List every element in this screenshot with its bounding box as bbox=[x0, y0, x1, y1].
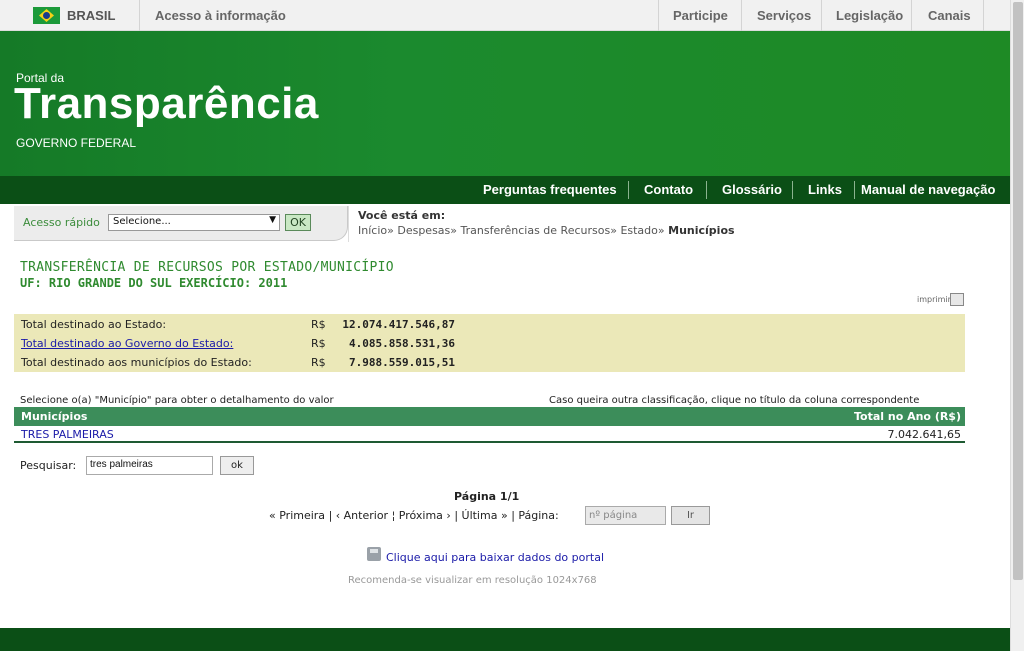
logo-title[interactable]: Transparência bbox=[14, 79, 319, 129]
totals-governo-link[interactable]: Total destinado ao Governo do Estado: bbox=[21, 337, 233, 350]
totals-box: Total destinado ao Estado: R$ 12.074.417… bbox=[14, 314, 965, 372]
pagination-divider: | bbox=[454, 509, 462, 522]
divider bbox=[139, 0, 140, 31]
page-title: TRANSFERÊNCIA DE RECURSOS POR ESTADO/MUN… bbox=[20, 260, 394, 275]
breadcrumb-current: Municípios bbox=[668, 224, 735, 237]
quick-access-select[interactable]: Selecione... ▼ bbox=[108, 214, 280, 231]
printer-icon bbox=[950, 293, 964, 306]
totals-value: 7.988.559.015,51 bbox=[349, 356, 455, 369]
divider bbox=[821, 0, 822, 31]
nav-divider bbox=[792, 181, 793, 199]
nav-glossario[interactable]: Glossário bbox=[722, 182, 782, 197]
page: BRASIL Acesso à informação Participe Ser… bbox=[0, 0, 1024, 651]
nav-legislacao[interactable]: Legislação bbox=[836, 8, 903, 23]
pagination-label: Página 1/1 bbox=[454, 490, 520, 503]
nav-divider bbox=[706, 181, 707, 199]
municipio-link[interactable]: TRES PALMEIRAS bbox=[21, 428, 114, 441]
brazil-flag-icon bbox=[33, 7, 60, 24]
acesso-informacao-link[interactable]: Acesso à informação bbox=[155, 8, 286, 23]
table-header: Municípios Total no Ano (R$) bbox=[14, 407, 965, 426]
search-input[interactable]: tres palmeiras bbox=[86, 456, 213, 475]
print-label: imprimir bbox=[917, 295, 951, 304]
print-button[interactable]: imprimir bbox=[917, 293, 964, 306]
divider bbox=[983, 0, 984, 31]
pagination-next[interactable]: Próxima › bbox=[399, 509, 451, 522]
breadcrumb: Início» Despesas» Transferências de Recu… bbox=[358, 224, 735, 237]
nav-canais[interactable]: Canais bbox=[928, 8, 971, 23]
vertical-scrollbar[interactable] bbox=[1010, 0, 1024, 651]
column-header-total[interactable]: Total no Ano (R$) bbox=[854, 410, 961, 423]
nav-manual[interactable]: Manual de navegação bbox=[861, 182, 995, 197]
totals-label: Total destinado ao Estado: bbox=[21, 318, 167, 331]
search-label: Pesquisar: bbox=[20, 459, 77, 472]
gov-top-bar: BRASIL Acesso à informação Participe Ser… bbox=[0, 0, 1010, 31]
pagination-divider: ¦ bbox=[391, 509, 399, 522]
site-footer bbox=[0, 628, 1010, 651]
quick-access: Acesso rápido Selecione... ▼ OK bbox=[14, 206, 348, 241]
totals-label: Total destinado aos municípios do Estado… bbox=[21, 356, 252, 369]
pagination-first[interactable]: « Primeira bbox=[269, 509, 325, 522]
table-hint-right: Caso queira outra classificação, clique … bbox=[549, 395, 920, 406]
chevron-down-icon: ▼ bbox=[269, 215, 276, 225]
totals-value: 4.085.858.531,36 bbox=[349, 337, 455, 350]
nav-servicos[interactable]: Serviços bbox=[757, 8, 811, 23]
download-data-link[interactable]: Clique aqui para baixar dados do portal bbox=[386, 551, 604, 564]
resolution-note: Recomenda-se visualizar em resolução 102… bbox=[348, 575, 597, 586]
brasil-link[interactable]: BRASIL bbox=[67, 8, 115, 23]
page-go-button[interactable]: Ir bbox=[671, 506, 710, 525]
search-ok-button[interactable]: ok bbox=[220, 456, 254, 475]
breadcrumb-estado[interactable]: Estado» bbox=[620, 224, 664, 237]
pagination-last[interactable]: Última » bbox=[462, 509, 508, 522]
nav-divider bbox=[628, 181, 629, 199]
breadcrumb-title: Você está em: bbox=[358, 209, 446, 222]
divider bbox=[658, 0, 659, 31]
municipio-total: 7.042.641,65 bbox=[887, 428, 961, 441]
page-subtitle: UF: RIO GRANDE DO SUL EXERCÍCIO: 2011 bbox=[20, 276, 288, 290]
scrollbar-thumb[interactable] bbox=[1013, 2, 1023, 580]
breadcrumb-inicio[interactable]: Início» bbox=[358, 224, 394, 237]
page-number-input[interactable]: nº página bbox=[585, 506, 666, 525]
nav-contato[interactable]: Contato bbox=[644, 182, 693, 197]
breadcrumb-transferencias[interactable]: Transferências de Recursos» bbox=[461, 224, 617, 237]
site-header: Portal da Transparência GOVERNO FEDERAL bbox=[0, 31, 1010, 176]
quick-access-label: Acesso rápido bbox=[23, 216, 100, 229]
divider bbox=[348, 206, 349, 242]
breadcrumb-despesas[interactable]: Despesas» bbox=[397, 224, 457, 237]
table-row: TRES PALMEIRAS 7.042.641,65 bbox=[14, 426, 965, 443]
nav-participe[interactable]: Participe bbox=[673, 8, 728, 23]
totals-value: 12.074.417.546,87 bbox=[342, 318, 455, 331]
floppy-disk-icon bbox=[367, 547, 381, 561]
pagination-page-label: Página: bbox=[518, 509, 559, 522]
nav-perguntas-frequentes[interactable]: Perguntas frequentes bbox=[483, 182, 617, 197]
quick-access-select-value: Selecione... bbox=[113, 216, 171, 227]
column-header-municipios[interactable]: Municípios bbox=[21, 410, 87, 423]
nav-divider bbox=[854, 181, 855, 199]
main-nav: Perguntas frequentes Contato Glossário L… bbox=[0, 176, 1010, 204]
divider bbox=[741, 0, 742, 31]
logo-subtitle: GOVERNO FEDERAL bbox=[16, 136, 137, 150]
divider bbox=[911, 0, 912, 31]
quick-access-ok-button[interactable]: OK bbox=[285, 214, 311, 231]
nav-links[interactable]: Links bbox=[808, 182, 842, 197]
pagination-prev[interactable]: ‹ Anterior bbox=[336, 509, 388, 522]
pagination-divider: | bbox=[328, 509, 336, 522]
pagination: « Primeira | ‹ Anterior ¦ Próxima › | Úl… bbox=[269, 509, 559, 522]
table-hint-left: Selecione o(a) "Município" para obter o … bbox=[20, 395, 334, 406]
